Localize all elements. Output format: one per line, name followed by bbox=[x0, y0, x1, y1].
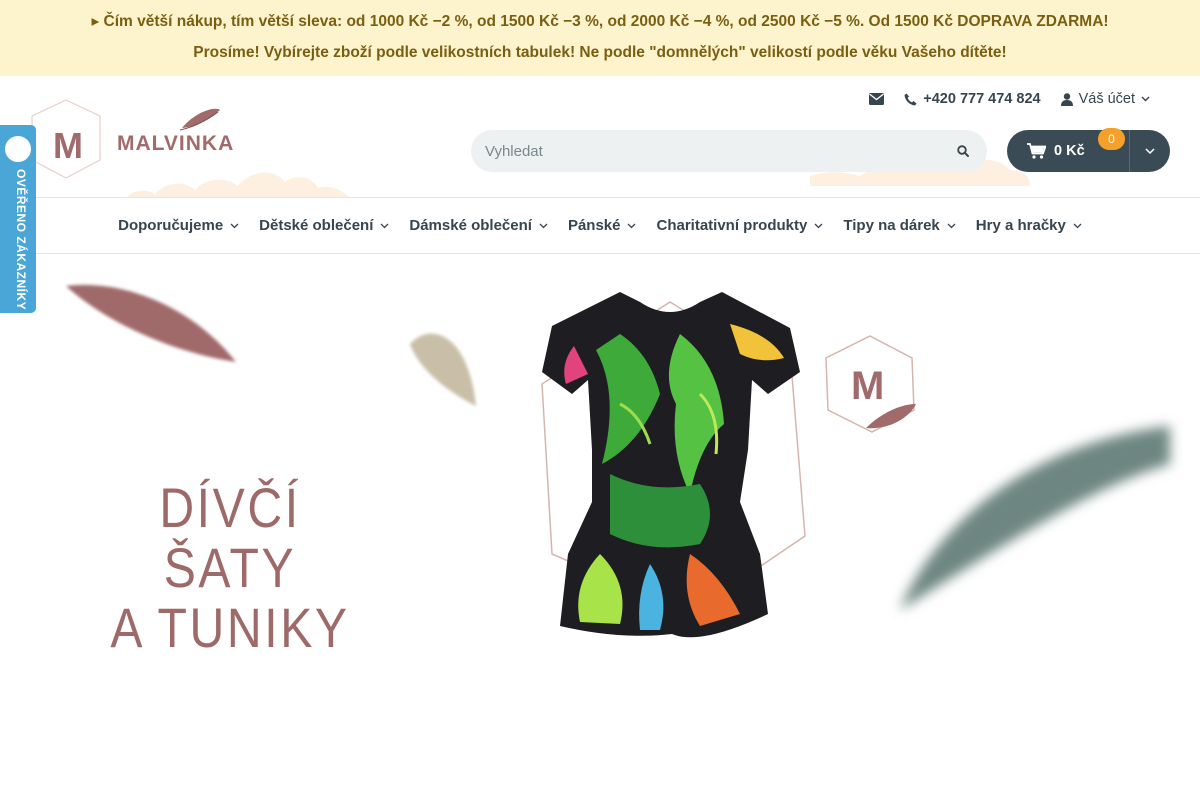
site-header: M MALVINKA +420 777 474 824 Váš účet 0 K… bbox=[0, 76, 1200, 198]
search-button[interactable] bbox=[953, 141, 973, 161]
cart-total: 0 Kč bbox=[1054, 143, 1085, 159]
cart-icon bbox=[1027, 143, 1046, 159]
chevron-down-icon bbox=[1141, 96, 1150, 102]
feather-decoration bbox=[900, 426, 1170, 610]
promo-bar: ▸ Čím větší nákup, tím větší sleva: od 1… bbox=[0, 0, 1200, 76]
nav-item-charitativni-produkty[interactable]: Charitativní produkty bbox=[656, 217, 823, 234]
nav-item-panske[interactable]: Pánské bbox=[568, 217, 637, 234]
search-icon bbox=[957, 145, 969, 157]
email-link[interactable] bbox=[869, 93, 885, 105]
dress-product-image bbox=[542, 292, 800, 638]
nav-item-tipy-na-darek[interactable]: Tipy na dárek bbox=[843, 217, 956, 234]
cart-count-badge: 0 bbox=[1098, 128, 1125, 150]
nav-item-hry-a-hracky[interactable]: Hry a hračky bbox=[976, 217, 1082, 234]
hero-monogram: M bbox=[851, 364, 885, 408]
chevron-down-icon bbox=[947, 223, 956, 228]
nav-item-label: Doporučujeme bbox=[118, 217, 224, 234]
search-input[interactable] bbox=[485, 130, 925, 172]
hero-title-line1: DÍVČÍ ŠATY bbox=[159, 476, 301, 599]
chevron-down-icon bbox=[814, 223, 823, 228]
logo-monogram: M bbox=[53, 125, 83, 166]
account-menu[interactable]: Váš účet bbox=[1060, 91, 1150, 107]
chevron-down-icon bbox=[628, 223, 636, 228]
cart-dropdown-toggle[interactable] bbox=[1130, 130, 1170, 172]
nav-item-label: Charitativní produkty bbox=[656, 217, 808, 234]
envelope-icon bbox=[869, 93, 885, 105]
chevron-down-icon bbox=[380, 223, 389, 228]
header-topbar: +420 777 474 824 Váš účet bbox=[869, 89, 1150, 109]
chevron-down-icon bbox=[1073, 223, 1082, 228]
phone-link[interactable]: +420 777 474 824 bbox=[904, 91, 1041, 107]
nav-item-label: Dámské oblečení bbox=[409, 217, 532, 234]
nav-item-doporucujeme[interactable]: Doporučujeme bbox=[118, 217, 239, 234]
search-bar bbox=[471, 130, 987, 172]
user-icon bbox=[1060, 92, 1073, 106]
nav-item-label: Hry a hračky bbox=[975, 217, 1066, 234]
feather-decoration bbox=[66, 284, 236, 362]
hero-title-line2: A TUNIKY bbox=[110, 596, 350, 659]
chevron-down-icon bbox=[230, 223, 239, 228]
nav-item-label: Dětské oblečení bbox=[259, 217, 374, 234]
logo-brand-name: MALVINKA bbox=[117, 132, 235, 155]
main-navigation: Doporučujeme Dětské oblečení Dámské oble… bbox=[0, 198, 1200, 254]
nav-item-label: Tipy na dárek bbox=[843, 217, 940, 234]
nav-item-detske-obleceni[interactable]: Dětské oblečení bbox=[259, 217, 389, 234]
nav-item-damske-obleceni[interactable]: Dámské oblečení bbox=[409, 217, 548, 234]
account-label: Váš účet bbox=[1078, 91, 1135, 107]
nav-item-label: Pánské bbox=[567, 217, 621, 234]
hero-banner[interactable]: M DÍVČÍ ŠATY A TUNIKY bbox=[0, 254, 1200, 800]
phone-icon bbox=[904, 93, 917, 105]
star-icon: ▸ bbox=[91, 13, 104, 30]
hero-title: DÍVČÍ ŠATY A TUNIKY bbox=[80, 478, 380, 658]
chevron-down-icon bbox=[539, 223, 548, 228]
phone-number: +420 777 474 824 bbox=[923, 91, 1041, 107]
cart-widget: 0 Kč 0 bbox=[1007, 128, 1170, 172]
promo-size-notice: Prosíme! Vybírejte zboží podle velikostn… bbox=[193, 44, 1007, 61]
chevron-down-icon bbox=[1145, 148, 1155, 154]
promo-discount-text: ▸ Čím větší nákup, tím větší sleva: od 1… bbox=[91, 13, 1109, 30]
badge-seal-icon bbox=[5, 136, 31, 162]
feather-decoration bbox=[410, 333, 476, 406]
